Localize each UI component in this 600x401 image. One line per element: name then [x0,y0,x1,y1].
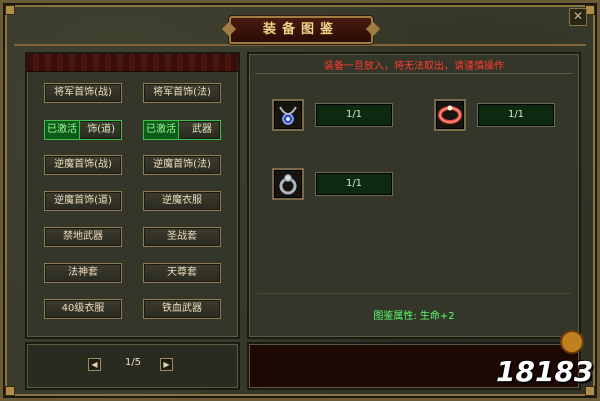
prev-page-button[interactable]: ◀ [88,358,101,371]
set-button-demon-armor[interactable]: 逆魔衣服 [143,191,221,211]
title-divider [14,44,586,46]
close-icon: ✕ [572,9,584,23]
set-list-header [27,54,238,72]
set-button-general-jewelry-warrior[interactable]: 将军首饰(战) [44,83,122,103]
page-indicator: 1/5 [124,357,142,368]
set-button-general-jewelry-mage[interactable]: 将军首饰(法) [143,83,221,103]
item-slot-necklace[interactable] [272,99,304,131]
set-button-level40-armor[interactable]: 40级衣服 [44,299,122,319]
arrow-right-icon: ▶ [163,360,170,369]
set-list-panel: 将军首饰(战) 将军首饰(法) 饰(道) 已激活 武器 已激活 逆魔首饰(战) … [25,52,240,339]
frame-corner [5,5,15,15]
frame-corner [5,386,15,396]
set-button-iron-blood-weapon[interactable]: 铁血武器 [143,299,221,319]
set-detail-panel: 装备一旦放入，将无法取出，请谨慎操作 1/1 1/1 1/1 图鉴属性: 生命+… [247,52,581,339]
close-button[interactable]: ✕ [569,8,587,26]
warning-text: 装备一旦放入，将无法取出，请谨慎操作 [324,61,504,72]
item-count: 1/1 [315,172,393,196]
divider [257,293,571,294]
item-count: 1/1 [315,103,393,127]
activated-badge: 已激活 [144,121,179,139]
set-button-mage-god-set[interactable]: 法神套 [44,263,122,283]
set-button-demon-jewelry-warrior[interactable]: 逆魔首饰(战) [44,155,122,175]
set-button-demon-jewelry-taoist[interactable]: 逆魔首饰(道) [44,191,122,211]
activated-badge: 已激活 [45,121,80,139]
window-title: 装备图鉴 [229,16,373,44]
bracelet-icon [438,105,462,124]
ring-icon [279,174,297,195]
collection-attribute: 图鉴属性: 生命+2 [373,311,455,322]
item-count: 1/1 [477,103,555,127]
pager: ◀ 1/5 ▶ [25,342,240,390]
set-button-demon-jewelry-mage[interactable]: 逆魔首饰(法) [143,155,221,175]
set-button-holy-war-set[interactable]: 圣战套 [143,227,221,247]
set-button-heaven-lord-set[interactable]: 天尊套 [143,263,221,283]
set-button-general-weapon[interactable]: 武器 已激活 [143,120,221,140]
watermark-logo-icon [560,330,584,354]
divider [255,73,573,74]
arrow-left-icon: ◀ [91,360,98,369]
set-label: 饰(道) [87,124,115,135]
set-button-forbidden-weapon[interactable]: 禁地武器 [44,227,122,247]
watermark: 18183 [496,355,594,388]
set-button-general-jewelry-taoist[interactable]: 饰(道) 已激活 [44,120,122,140]
next-page-button[interactable]: ▶ [160,358,173,371]
set-label: 武器 [192,124,212,135]
necklace-icon [279,106,297,125]
item-slot-bracelet[interactable] [434,99,466,131]
item-slot-ring[interactable] [272,168,304,200]
